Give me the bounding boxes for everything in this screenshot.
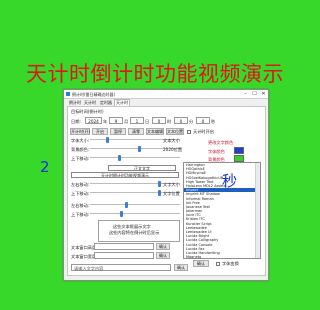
color-heading: 更改文字颜色 [208, 140, 234, 145]
window-height-field[interactable] [94, 243, 154, 250]
tab-daycount-active[interactable]: 天计时 [114, 99, 130, 106]
hour-field[interactable]: 0 [152, 117, 166, 124]
font-change-checkbox[interactable] [216, 261, 220, 266]
text-position-button[interactable]: 文本位置 [166, 128, 184, 135]
text-edit-button[interactable]: 文本编辑 [146, 128, 164, 135]
year-unit: 年 [103, 119, 108, 124]
vertical-move-label: 上下移动: [71, 156, 90, 161]
main-panel: 目标时间(倒计时) 日期: 2024 年 9 月 1 日 0 时 0 分 0 秒… [67, 106, 266, 276]
text-area[interactable]: 这些文本框展示文字 这些内容将在倒计时后显示 [98, 220, 180, 242]
daycount-enable-checkbox[interactable] [187, 129, 191, 134]
app-icon [66, 92, 70, 96]
window-height-ok-button[interactable]: 确认 [156, 243, 170, 250]
sample-text-preview: 天计时倒计时功能视频演示 [71, 172, 179, 178]
font-list-scrollbar[interactable] [255, 163, 260, 258]
minute-unit: 分 [189, 119, 194, 124]
text-input[interactable]: 请输入文字内容 [71, 264, 171, 271]
bg-color-label: 背景颜色: [71, 147, 90, 152]
title-bar: 倒计时(雷日精确达时器) – ☐ ✕ [64, 90, 268, 99]
hour-unit: 时 [167, 119, 172, 124]
month-unit: 月 [124, 119, 129, 124]
text-position-value: 文字位置 [163, 191, 180, 196]
clear-button[interactable]: 清零 [128, 128, 144, 135]
window-width-label: 文本窗口宽度 [71, 254, 97, 259]
date-label: 日期: [71, 119, 81, 124]
horizontal-move-label-3: 左右移动: [71, 203, 90, 208]
vertical-move-label-4: 上下移动: [71, 212, 90, 217]
window-height-label: 文本窗口高度 [71, 245, 97, 250]
bg-color-value: 2020位置 [163, 147, 183, 152]
month-field[interactable]: 9 [109, 117, 123, 124]
enable-button[interactable]: 开启 [92, 128, 108, 135]
maximize-button[interactable]: ☐ [250, 90, 259, 98]
pause-button[interactable]: 暂停 [110, 128, 126, 135]
year-field[interactable]: 2024 [85, 117, 102, 124]
font-size-value: 文本大小 [163, 138, 180, 143]
overlay-time-digit: 2 [40, 158, 50, 176]
vertical-move-slider[interactable] [90, 154, 180, 161]
window-title: 倒计时(雷日精确达时器) [72, 91, 116, 97]
tab-countdown[interactable]: 倒计时 [67, 99, 83, 106]
overlay-time-second: 秒 [222, 172, 238, 190]
font-color-swatch[interactable] [234, 147, 244, 154]
tab-timer[interactable]: 定时器 [98, 99, 114, 106]
bg-color-swatch[interactable] [234, 155, 244, 162]
minimize-button[interactable]: – [241, 90, 250, 98]
text-input-ok-button[interactable]: 确认 [174, 264, 188, 271]
section-title: 目标时间(倒计时) [71, 109, 104, 114]
day-field[interactable]: 1 [130, 117, 144, 124]
start-count-button[interactable]: 开计时(开) [70, 128, 90, 135]
second-field[interactable]: 0 [196, 117, 210, 124]
text-area-line2: 这些内容将在倒计时后显示 [109, 230, 160, 235]
window-width-field[interactable] [94, 252, 154, 259]
vertical-move-slider-4[interactable] [90, 210, 180, 217]
vertical-move-label-2: 上下移动: [71, 191, 90, 196]
minute-field[interactable]: 0 [174, 117, 188, 124]
font-change-label: 字体变换 [222, 261, 239, 266]
tab-daycount[interactable]: 天计时 [82, 99, 98, 106]
second-unit: 秒 [211, 119, 216, 124]
font-ok-button[interactable]: 确认 [193, 260, 209, 267]
sample-caption: 正文文字 [108, 165, 176, 171]
window-width-ok-button[interactable]: 确认 [156, 252, 170, 259]
text-size-value: 文字大小 [163, 182, 180, 187]
font-size-label: 字体大小: [71, 138, 90, 143]
font-color-label: 字体颜色 [208, 149, 225, 154]
daycount-enable-label: 天计时开启 [193, 129, 214, 134]
banner-title: 天计时倒计时功能视频演示 [26, 62, 284, 86]
horizontal-move-slider-3[interactable] [90, 201, 180, 208]
close-button[interactable]: ✕ [259, 90, 268, 98]
day-unit: 日 [145, 119, 150, 124]
app-window: 倒计时(雷日精确达时器) – ☐ ✕ 倒计时 天计时 定时器 天计时 目标时间(… [63, 89, 269, 281]
horizontal-move-label: 左右移动: [71, 182, 90, 187]
